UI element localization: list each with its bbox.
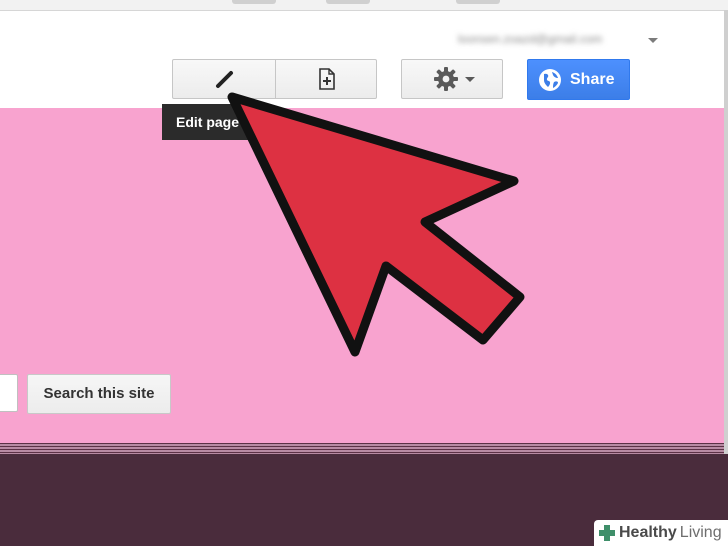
globe-icon (539, 69, 561, 91)
browser-tab-edge (232, 0, 276, 4)
search-input[interactable] (0, 374, 18, 412)
window-right-edge (724, 10, 728, 454)
pencil-icon (216, 71, 233, 88)
edit-page-tooltip: Edit page (162, 104, 254, 140)
chevron-down-icon (465, 77, 475, 82)
new-page-icon (319, 68, 335, 90)
watermark-logo: Healthy Living (594, 520, 728, 546)
share-button[interactable]: Share (527, 59, 630, 100)
plus-cross-icon (598, 524, 616, 542)
caret-down-icon[interactable] (648, 38, 658, 43)
browser-chrome-top (0, 0, 728, 11)
browser-tab-edge (456, 0, 500, 4)
watermark-brand-light: Living (679, 524, 722, 541)
gear-icon (434, 67, 458, 91)
settings-button[interactable] (401, 59, 503, 99)
share-button-label: Share (570, 71, 615, 88)
edit-page-button[interactable] (172, 59, 276, 99)
browser-tab-edge (326, 0, 370, 4)
new-page-button[interactable] (275, 59, 377, 99)
account-email[interactable]: loonsen.zoazd@gmail.com (458, 32, 602, 46)
search-button[interactable]: Search this site (27, 374, 171, 414)
watermark-brand-bold: Healthy (619, 524, 677, 541)
